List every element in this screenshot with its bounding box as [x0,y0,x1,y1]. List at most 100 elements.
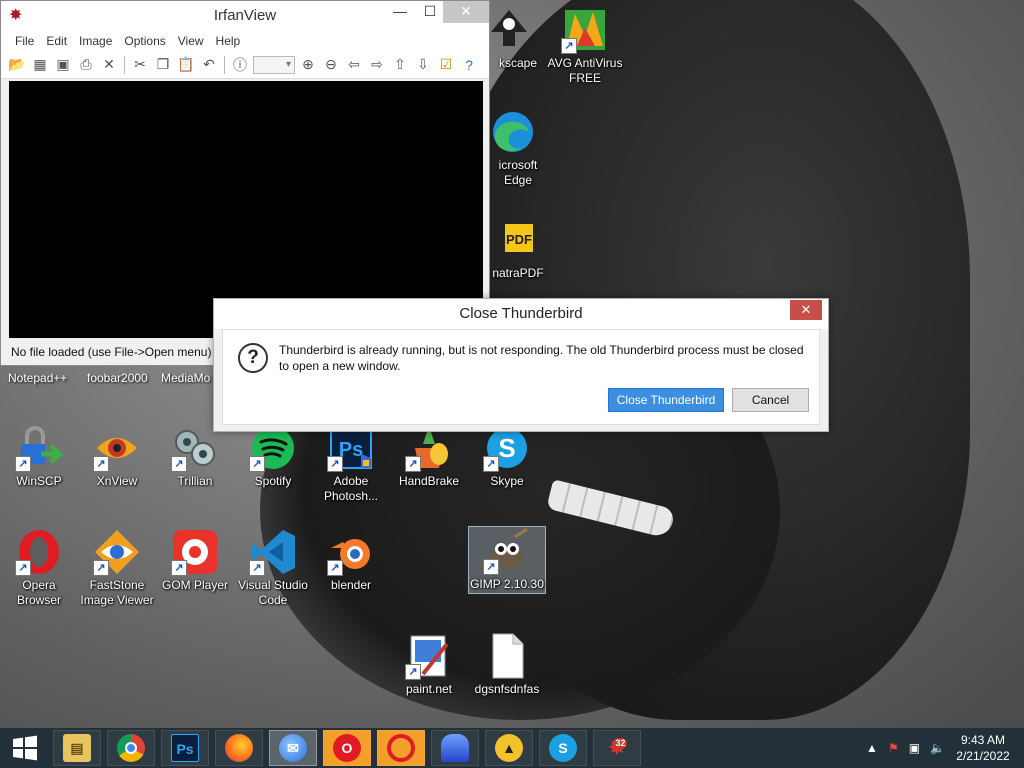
gimp-icon: ↗ [483,527,531,575]
skype-taskbar-button[interactable]: S [539,730,587,766]
dialog-message: Thunderbird is already running, but is n… [279,343,804,373]
chrome-taskbar-button[interactable] [107,730,155,766]
slideshow-icon[interactable]: ▦ [30,55,50,75]
triangle-icon: ▲ [495,734,523,762]
system-tray: ▲ ⚑ ▣ 🔈 9:43 AM 2/21/2022 [861,728,1024,768]
dialog-close-button[interactable]: ✕ [790,300,822,320]
question-icon: ? [238,343,268,373]
handbrake-shortcut[interactable]: ↗ HandBrake [390,424,468,489]
irfanview-badge: 32 [613,738,628,749]
faststone-shortcut[interactable]: ↗ FastStone Image Viewer [78,528,156,608]
close-button[interactable]: ✕ [443,1,489,23]
network-icon[interactable]: ▣ [909,741,920,755]
previous-icon[interactable]: ⇦ [344,55,364,75]
irfanview-taskbar-button[interactable]: ✸32 [593,730,641,766]
avg-antivirus-shortcut[interactable]: ↗ AVG AntiVirus FREE [546,6,624,86]
upload-icon[interactable]: ⇧ [390,55,410,75]
xnview-shortcut[interactable]: ↗ XnView [78,424,156,489]
menu-edit[interactable]: Edit [40,31,73,51]
irfanview-app-icon: ✸ [9,7,23,24]
download-icon[interactable]: ⇩ [413,55,433,75]
opera-browser-shortcut[interactable]: ↗ Opera Browser [0,528,78,608]
info-icon[interactable]: ⓘ [230,55,250,75]
menu-help[interactable]: Help [210,31,247,51]
clock-time: 9:43 AM [960,733,1006,747]
blender-shortcut[interactable]: ↗ blender [312,528,390,593]
paintnet-icon: ↗ [405,632,453,680]
svg-text:PDF: PDF [506,232,532,247]
toolbar-divider [124,55,125,74]
minimize-button[interactable]: — [385,1,415,23]
chrome-icon [117,734,145,762]
skype-icon: S [549,734,577,762]
close-thunderbird-dialog: Close Thunderbird ✕ ? Thunderbird is alr… [213,298,829,432]
chevron-up-icon[interactable]: ▲ [866,741,878,755]
gimp-shortcut[interactable]: ↗ GIMP 2.10.30 [468,526,546,594]
opera-taskbar-button[interactable]: O [323,730,371,766]
copy-icon[interactable]: ❐ [153,55,173,75]
zoom-combo[interactable]: ▾ [253,55,295,74]
opera-icon: ↗ [15,528,63,576]
file-explorer-taskbar-button[interactable]: ▤ [53,730,101,766]
irfanview-toolbar: 📂 ▦ ▣ ⎙ ✕ ✂ ❐ 📋 ↶ ⓘ ▾ ⊕ ⊖ ⇦ ⇨ ⇧ ⇩ ☑ ? [1,51,489,79]
firefox-taskbar-button[interactable] [215,730,263,766]
skype-shortcut[interactable]: S ↗ Skype [468,424,546,489]
thunderbird-icon: ✉ [279,734,307,762]
start-button[interactable] [0,728,50,768]
photoshop-icon: Ps [171,734,199,762]
trillian-icon: ↗ [171,424,219,472]
winscp-icon: ↗ [15,424,66,472]
adobe-photoshop-shortcut[interactable]: Ps ↗ Adobe Photosh... [312,424,390,504]
photoshop-taskbar-button[interactable]: Ps [161,730,209,766]
opera-icon: O [333,734,361,762]
windows-logo-icon [13,735,37,761]
irfanview-icon: ✸32 [603,734,631,762]
vscode-icon: ↗ [249,528,297,576]
undo-icon[interactable]: ↶ [199,55,219,75]
clock[interactable]: 9:43 AM 2/21/2022 [950,732,1016,764]
thunderbird-taskbar-button[interactable]: ✉ [269,730,317,766]
notepadpp-label[interactable]: Notepad++ [8,371,67,385]
menu-options[interactable]: Options [118,31,171,51]
opera-gx-icon [387,734,415,762]
visual-studio-code-shortcut[interactable]: ↗ Visual Studio Code [234,528,312,608]
mediamonkey-label[interactable]: MediaMo [161,371,210,385]
close-thunderbird-button[interactable]: Close Thunderbird [608,388,724,412]
dgsnfsdnfas-file[interactable]: dgsnfsdnfas [468,632,546,697]
transmission-taskbar-button[interactable]: ▲ [485,730,533,766]
help-icon[interactable]: ? [459,55,479,75]
paste-icon[interactable]: 📋 [176,55,196,75]
checklist-icon[interactable]: ☑ [436,55,456,75]
taskbar: ▤ Ps ✉ O ▲ S ✸32 ▲ ⚑ ▣ 🔈 9:43 AM 2/21/20… [0,728,1024,768]
foobar2000-label[interactable]: foobar2000 [87,371,148,385]
delete-icon[interactable]: ✕ [99,55,119,75]
zoom-in-icon[interactable]: ⊕ [298,55,318,75]
spotify-shortcut[interactable]: ↗ Spotify [234,424,312,489]
irfanview-titlebar[interactable]: ✸ IrfanView — ☐ ✕ [1,1,489,31]
next-icon[interactable]: ⇨ [367,55,387,75]
irfanview-title: IrfanView [213,7,277,24]
save-icon[interactable]: ▣ [53,55,73,75]
zoom-out-icon[interactable]: ⊖ [321,55,341,75]
menu-file[interactable]: File [9,31,40,51]
clock-date: 2/21/2022 [956,749,1010,763]
winscp-shortcut[interactable]: ↗ WinSCP [0,424,78,489]
volume-muted-icon[interactable]: 🔈 [930,741,945,755]
cancel-button[interactable]: Cancel [732,388,809,412]
menu-image[interactable]: Image [73,31,118,51]
paintnet-shortcut[interactable]: ↗ paint.net [390,632,468,697]
maximize-button[interactable]: ☐ [415,1,445,23]
gom-player-shortcut[interactable]: ↗ GOM Player [156,528,234,593]
app-taskbar-button[interactable] [431,730,479,766]
gom-player-icon: ↗ [171,528,219,576]
cut-icon[interactable]: ✂ [130,55,150,75]
opera-gx-taskbar-button[interactable] [377,730,425,766]
open-folder-icon[interactable]: 📂 [7,55,27,75]
trillian-shortcut[interactable]: ↗ Trillian [156,424,234,489]
toolbar-divider [224,55,225,74]
flag-icon[interactable]: ⚑ [888,741,899,755]
folder-icon: ▤ [63,734,91,762]
print-icon[interactable]: ⎙ [76,55,96,75]
menu-view[interactable]: View [172,31,210,51]
dialog-titlebar[interactable]: Close Thunderbird ✕ [214,299,828,329]
